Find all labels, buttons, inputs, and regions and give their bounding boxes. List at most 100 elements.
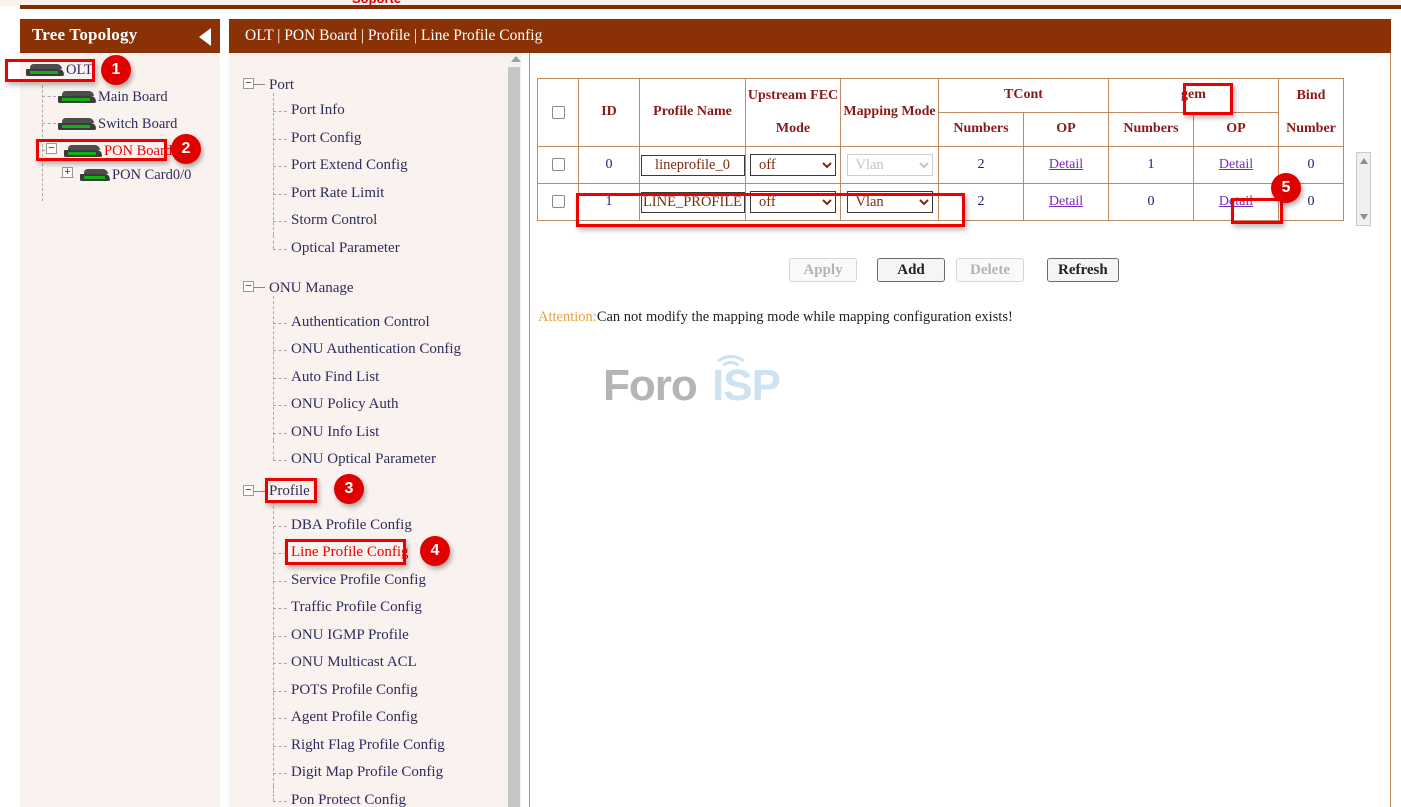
menu-item-auto-find-list[interactable]: Auto Find List	[291, 369, 379, 386]
menu-item-onu-authentication-config[interactable]: ONU Authentication Config	[291, 341, 461, 358]
header-id: ID	[579, 79, 640, 147]
device-icon	[58, 91, 96, 103]
delete-button[interactable]: Delete	[956, 258, 1024, 282]
menu-connector-onu-vertical	[273, 296, 274, 440]
tree-connector-vertical	[42, 85, 43, 201]
table-body: 0 off Vlan 2	[538, 147, 1344, 221]
gem-detail-link[interactable]: Detail	[1219, 157, 1253, 172]
menu-item-optical-parameter[interactable]: Optical Parameter	[291, 240, 400, 257]
line-profile-table: ID Profile Name Upstream FEC Mode Mappin…	[537, 78, 1344, 221]
menu-item-digit-map-profile-config[interactable]: Digit Map Profile Config	[291, 764, 443, 781]
tree-node-pon-board[interactable]: PON Board	[64, 142, 172, 160]
watermark-text-isp: ISP	[712, 361, 780, 411]
menu-item-onu-optical-parameter[interactable]: ONU Optical Parameter	[291, 451, 436, 468]
row-1-fec-mode-cell: off	[746, 184, 841, 221]
menu-item-right-flag-profile-config[interactable]: Right Flag Profile Config	[291, 737, 445, 754]
table-header-row-1: ID Profile Name Upstream FEC Mode Mappin…	[538, 79, 1344, 113]
header-upstream-fec-mode: Upstream FEC Mode	[746, 79, 841, 147]
menu-tick	[273, 249, 287, 250]
menu-group-onu-manage[interactable]: ONU Manage	[269, 280, 354, 297]
row-checkbox[interactable]	[552, 158, 565, 171]
menu-item-storm-control[interactable]: Storm Control	[291, 212, 377, 229]
chevron-up-icon[interactable]	[511, 56, 521, 62]
menu-connector-port-vertical	[273, 93, 274, 235]
menu-item-port-info[interactable]: Port Info	[291, 102, 345, 119]
menu-item-pon-protect-config[interactable]: Pon Protect Config	[291, 792, 406, 807]
apply-button[interactable]: Apply	[789, 258, 857, 282]
menu-item-dba-profile-config[interactable]: DBA Profile Config	[291, 517, 412, 534]
device-icon	[80, 169, 110, 181]
menu-connector-onu-last	[273, 440, 274, 460]
tree-connector-h1	[42, 96, 56, 97]
table-scrollbar[interactable]	[1356, 152, 1371, 226]
menu-item-traffic-profile-config[interactable]: Traffic Profile Config	[291, 599, 422, 616]
menu-expander-onu-manage[interactable]: −	[243, 281, 254, 292]
tree-node-switch-board[interactable]: Switch Board	[58, 115, 177, 133]
tree-expander-pon-card[interactable]: +	[62, 167, 73, 178]
refresh-button[interactable]: Refresh	[1047, 258, 1119, 282]
feature-menu-scrollbar-thumb[interactable]	[508, 67, 520, 807]
row-0-gem-numbers: 1	[1109, 147, 1194, 184]
menu-item-port-rate-limit[interactable]: Port Rate Limit	[291, 185, 384, 202]
tcont-detail-link[interactable]: Detail	[1049, 194, 1083, 209]
row-checkbox[interactable]	[552, 195, 565, 208]
upstream-fec-mode-select[interactable]: off	[750, 191, 836, 213]
mapping-mode-select[interactable]: Vlan	[847, 154, 933, 176]
header-tcont-numbers: Numbers	[939, 113, 1024, 147]
menu-item-port-config[interactable]: Port Config	[291, 130, 361, 147]
table-row: 0 off Vlan 2	[538, 147, 1344, 184]
tree-topology-body: OLT Main Board Switch Board	[20, 53, 220, 807]
menu-item-authentication-control[interactable]: Authentication Control	[291, 314, 430, 331]
add-button[interactable]: Add	[877, 258, 945, 282]
header-gem: gem	[1109, 79, 1279, 113]
tcont-detail-link[interactable]: Detail	[1049, 157, 1083, 172]
menu-group-port[interactable]: Port	[269, 77, 294, 94]
menu-tick	[273, 111, 287, 112]
header-upstream-fec-line2: Mode	[746, 119, 840, 139]
select-all-checkbox[interactable]	[552, 106, 565, 119]
row-0-gem-op-cell: Detail	[1194, 147, 1279, 184]
chevron-up-icon[interactable]	[1360, 158, 1368, 164]
tree-node-pon-card[interactable]: PON Card0/0	[80, 166, 191, 184]
row-0-tcont-op-cell: Detail	[1024, 147, 1109, 184]
row-1-bind-number: 0	[1279, 184, 1344, 221]
row-0-id: 0	[579, 147, 640, 184]
menu-item-line-profile-config[interactable]: Line Profile Config	[291, 544, 408, 561]
tree-node-main-board[interactable]: Main Board	[58, 88, 168, 106]
menu-item-pots-profile-config[interactable]: POTS Profile Config	[291, 682, 418, 699]
chevron-down-icon[interactable]	[1360, 214, 1368, 220]
menu-tick	[273, 691, 287, 692]
menu-item-onu-info-list[interactable]: ONU Info List	[291, 424, 379, 441]
triangle-left-icon[interactable]	[199, 28, 211, 46]
menu-connector-onu	[254, 287, 265, 288]
gem-detail-link[interactable]: Detail	[1219, 194, 1253, 209]
row-0-profile-name-cell	[640, 147, 746, 184]
tree-node-olt[interactable]: OLT	[26, 61, 93, 79]
menu-tick	[273, 636, 287, 637]
row-0-bind-number: 0	[1279, 147, 1344, 184]
watermark-text-foro: Foro	[603, 361, 697, 411]
menu-group-profile[interactable]: Profile	[269, 483, 310, 500]
menu-tick	[273, 746, 287, 747]
menu-item-onu-igmp-profile[interactable]: ONU IGMP Profile	[291, 627, 409, 644]
menu-expander-port[interactable]: −	[243, 78, 254, 89]
menu-item-service-profile-config[interactable]: Service Profile Config	[291, 572, 426, 589]
header-profile-name: Profile Name	[640, 79, 746, 147]
menu-connector-port	[254, 84, 265, 85]
upstream-fec-mode-select[interactable]: off	[750, 154, 836, 176]
menu-tick	[273, 553, 287, 554]
tree-expander-pon-board[interactable]: −	[46, 143, 57, 154]
menu-tick	[273, 581, 287, 582]
menu-item-port-extend-config[interactable]: Port Extend Config	[291, 157, 408, 174]
table-row: 1 off Vlan 2	[538, 184, 1344, 221]
row-1-gem-op-cell: Detail	[1194, 184, 1279, 221]
mapping-mode-select[interactable]: Vlan	[847, 191, 933, 213]
attention-note: Attention:Can not modify the mapping mod…	[538, 309, 1013, 326]
menu-item-agent-profile-config[interactable]: Agent Profile Config	[291, 709, 418, 726]
menu-expander-profile[interactable]: −	[243, 485, 254, 496]
profile-name-input[interactable]	[641, 192, 745, 213]
menu-item-onu-multicast-acl[interactable]: ONU Multicast ACL	[291, 654, 417, 671]
profile-name-input[interactable]	[641, 155, 745, 176]
tree-node-main-board-label: Main Board	[98, 89, 168, 106]
menu-item-onu-policy-auth[interactable]: ONU Policy Auth	[291, 396, 399, 413]
